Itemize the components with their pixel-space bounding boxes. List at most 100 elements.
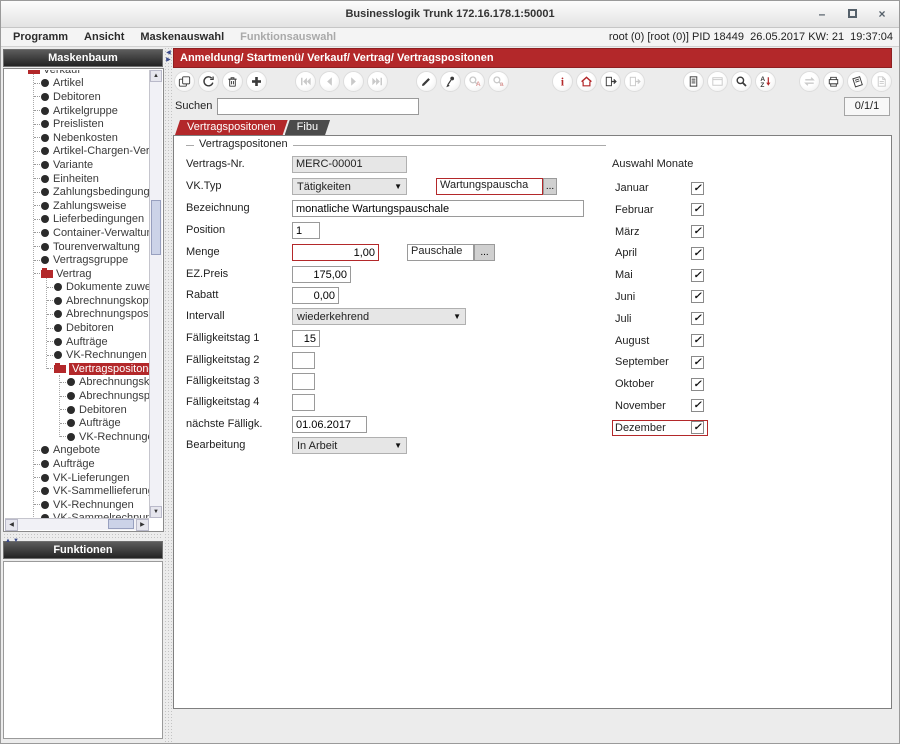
month-checkbox[interactable]: ✓ [691,290,704,303]
splitter-left-icon[interactable]: ◀ [166,50,171,57]
tree-item[interactable]: Vertragsgruppe [5,253,149,267]
scrollbar-thumb[interactable] [108,519,134,529]
tab-vertragspositonen[interactable]: Vertragspositonen [175,120,288,135]
minimize-button[interactable]: – [815,7,829,21]
tree-item[interactable]: Aufträge [5,457,149,471]
tree-item[interactable]: Vertrag [5,267,149,281]
add-record-icon[interactable] [246,71,267,92]
month-checkbox[interactable]: ✓ [691,356,704,369]
tree-item[interactable]: Zahlungsweise [5,199,149,213]
vk-typ-aux-field[interactable]: Wartungspauscha [436,178,543,195]
tab-fibu[interactable]: Fibu [285,120,330,135]
tree-item[interactable]: Artikel-Chargen-Verwaltung [5,145,149,159]
month-checkbox[interactable]: ✓ [691,203,704,216]
splitter-right-icon[interactable]: ▶ [166,57,171,64]
refresh-icon[interactable] [198,71,219,92]
month-checkbox[interactable]: ✓ [691,247,704,260]
scroll-up-icon[interactable]: ▲ [150,70,162,82]
faelligkeitstag4-input[interactable] [292,394,315,411]
tree-item[interactable]: VK-Lieferungen [5,471,149,485]
month-checkbox[interactable]: ✓ [691,378,704,391]
menu-maskenauswahl[interactable]: Maskenauswahl [132,31,232,43]
tree-item[interactable]: Preislisten [5,117,149,131]
splitter-down-icon[interactable]: ▼ [13,538,19,544]
month-checkbox[interactable]: ✓ [691,269,704,282]
tree-item[interactable]: Debitoren [5,321,149,335]
bearbeitung-select[interactable]: In Arbeit ▼ [292,437,407,454]
info-icon[interactable]: i [552,71,573,92]
logout-icon[interactable] [600,71,621,92]
tree-item[interactable]: Abrechnungskopf [5,376,149,390]
tree-item[interactable]: Artikel [5,77,149,91]
month-checkbox[interactable]: ✓ [691,312,704,325]
tree-item[interactable]: Nebenkosten [5,131,149,145]
month-checkbox[interactable]: ✓ [691,421,704,434]
tree-item[interactable]: Zahlungsbedingungen [5,185,149,199]
faelligkeitstag3-input[interactable] [292,373,315,390]
tree-item[interactable]: Lieferbedingungen [5,213,149,227]
tree-item[interactable]: Container-Verwaltung [5,226,149,240]
menu-ansicht[interactable]: Ansicht [76,31,132,43]
tree-horizontal-scrollbar[interactable]: ◀ ▶ [5,518,149,530]
menge-lookup-button[interactable]: ... [474,244,495,261]
tree-item-label: Abrechnungspositon [79,390,149,402]
tree-item[interactable]: VK-Sammellieferung [5,484,149,498]
search-input[interactable] [217,98,419,115]
scroll-left-icon[interactable]: ◀ [5,519,18,531]
menge-unit-field[interactable]: Pauschale [407,244,474,261]
month-checkbox[interactable]: ✓ [691,182,704,195]
month-checkbox[interactable]: ✓ [691,334,704,347]
close-button[interactable]: × [875,7,889,21]
print-icon[interactable] [823,71,844,92]
tree-vertical-scrollbar[interactable]: ▲ ▼ [149,70,162,518]
sort-az-icon[interactable]: AZ [755,71,776,92]
delete-icon[interactable] [222,71,243,92]
vk-typ-lookup-button[interactable]: ... [543,178,557,195]
search-icon[interactable] [731,71,752,92]
records-list-icon[interactable] [683,71,704,92]
edit-icon[interactable] [416,71,437,92]
tree-item[interactable]: Abrechnungskopf [5,294,149,308]
tree-item[interactable]: Debitoren [5,90,149,104]
sign-icon[interactable] [440,71,461,92]
tree-item[interactable]: VK-Rechnungen [5,430,149,444]
scroll-right-icon[interactable]: ▶ [136,519,149,531]
tree-item[interactable]: Debitoren [5,403,149,417]
tree-item[interactable]: Aufträge [5,416,149,430]
tree-item[interactable]: Einheiten [5,172,149,186]
naechste-faelligkeit-input[interactable] [292,416,367,433]
tree-item[interactable]: VK-Rechnungen [5,498,149,512]
rabatt-input[interactable] [292,287,339,304]
tree-item[interactable]: Abrechnungspositon [5,308,149,322]
notebook-icon[interactable] [847,71,868,92]
tree-item[interactable]: Variante [5,158,149,172]
position-input[interactable] [292,222,320,239]
sidebar-splitter[interactable]: ▲▼ [3,533,163,540]
tree-item[interactable]: Dokumente zuweisen [5,281,149,295]
splitter-up-icon[interactable]: ▲ [5,538,11,544]
tree-item[interactable]: Verkauf [5,70,149,77]
ez-preis-input[interactable] [292,266,351,283]
intervall-select[interactable]: wiederkehrend ▼ [292,308,466,325]
tree-item[interactable]: Tourenverwaltung [5,240,149,254]
month-checkbox[interactable]: ✓ [691,399,704,412]
bezeichnung-input[interactable] [292,200,584,217]
scrollbar-thumb[interactable] [151,200,161,255]
duplicate-icon[interactable] [174,71,195,92]
menge-input[interactable] [292,244,379,261]
tree-item[interactable]: Aufträge [5,335,149,349]
faelligkeitstag1-input[interactable] [292,330,320,347]
month-checkbox[interactable]: ✓ [691,225,704,238]
tree-item[interactable]: Artikelgruppe [5,104,149,118]
maximize-button[interactable] [845,7,859,21]
tree-item[interactable]: Angebote [5,444,149,458]
faelligkeitstag2-input[interactable] [292,352,315,369]
tree-item[interactable]: Abrechnungspositon [5,389,149,403]
scroll-down-icon[interactable]: ▼ [150,506,162,518]
vk-typ-select[interactable]: Tätigkeiten ▼ [292,178,407,195]
tree-item[interactable]: Vertragspositonen [5,362,149,376]
menu-programm[interactable]: Programm [5,31,76,43]
tree-item[interactable]: VK-Rechnungen [5,348,149,362]
home-icon[interactable] [576,71,597,92]
panel-splitter[interactable]: ◀▶ [164,47,173,743]
